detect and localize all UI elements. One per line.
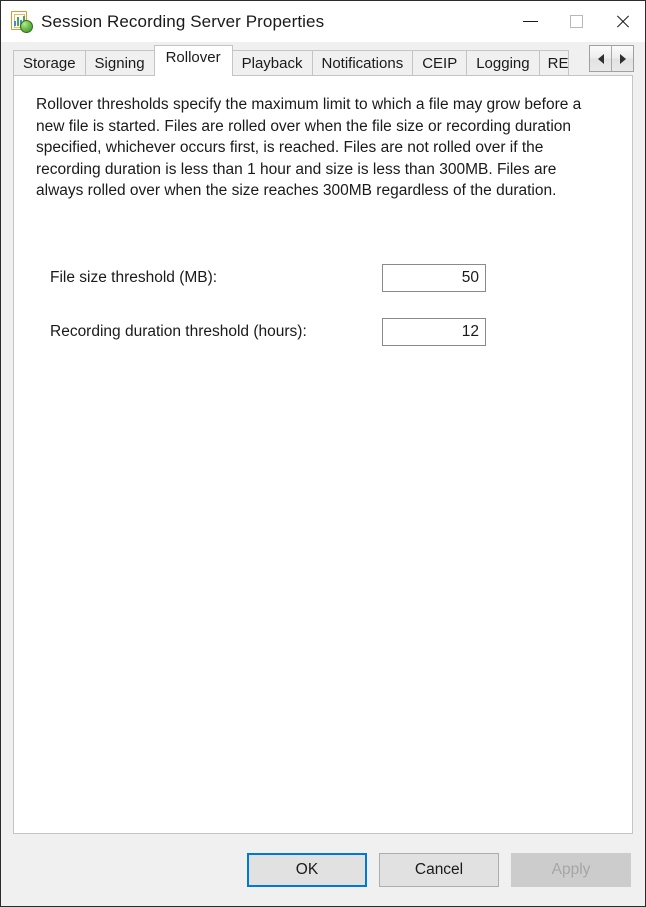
- tab-label: Logging: [476, 54, 530, 72]
- tab-notifications[interactable]: Notifications: [311, 50, 414, 75]
- tab-label: CEIP: [422, 54, 458, 72]
- tab-signing[interactable]: Signing: [84, 50, 155, 75]
- close-icon: [615, 14, 630, 29]
- tab-label: Playback: [241, 54, 303, 72]
- tab-scroll-right-button[interactable]: [611, 46, 633, 71]
- properties-dialog-window: Session Recording Server Properties Stor…: [0, 0, 646, 907]
- chevron-right-icon: [619, 53, 626, 64]
- minimize-button[interactable]: [507, 1, 553, 42]
- tab-storage[interactable]: Storage: [13, 50, 86, 75]
- tab-label: Notifications: [321, 54, 404, 72]
- tab-label: Signing: [94, 54, 145, 72]
- title-bar-left: Session Recording Server Properties: [1, 1, 507, 42]
- file-size-threshold-input[interactable]: [382, 264, 486, 292]
- tab-scroll-spinner: [589, 45, 634, 72]
- window-controls: [507, 1, 645, 42]
- rollover-description: Rollover thresholds specify the maximum …: [36, 96, 582, 199]
- tab-playback[interactable]: Playback: [231, 50, 313, 75]
- close-button[interactable]: [599, 1, 645, 42]
- ok-button[interactable]: OK: [247, 853, 367, 887]
- tab-strip: Storage Signing Rollover Playback Notifi…: [1, 42, 645, 76]
- chevron-left-icon: [597, 53, 604, 64]
- tab-scroll-left-button[interactable]: [590, 46, 611, 71]
- tab-ceip[interactable]: CEIP: [412, 50, 468, 75]
- tab-label: RE: [547, 54, 569, 72]
- title-bar: Session Recording Server Properties: [1, 1, 645, 42]
- recording-duration-threshold-input[interactable]: [382, 318, 486, 346]
- tab-label: Storage: [23, 54, 76, 72]
- minimize-icon: [522, 21, 538, 22]
- cancel-button[interactable]: Cancel: [379, 853, 499, 887]
- window-title: Session Recording Server Properties: [41, 12, 325, 31]
- tab-rest-api[interactable]: RE: [538, 50, 570, 75]
- tab-rollover[interactable]: Rollover: [153, 45, 233, 76]
- apply-button: Apply: [511, 853, 631, 887]
- maximize-button[interactable]: [553, 1, 599, 42]
- maximize-icon: [569, 15, 583, 28]
- tab-label: Rollover: [165, 49, 221, 66]
- file-size-threshold-label: File size threshold (MB):: [50, 269, 218, 286]
- recording-duration-threshold-row: Recording duration threshold (hours):: [50, 318, 486, 346]
- session-recording-icon: [11, 10, 33, 33]
- file-size-threshold-row: File size threshold (MB):: [50, 264, 486, 292]
- tab-logging[interactable]: Logging: [466, 50, 540, 75]
- dialog-footer: OK Cancel Apply: [1, 834, 645, 906]
- recording-duration-threshold-label: Recording duration threshold (hours):: [50, 323, 307, 340]
- tab-content-panel: Rollover thresholds specify the maximum …: [13, 75, 633, 834]
